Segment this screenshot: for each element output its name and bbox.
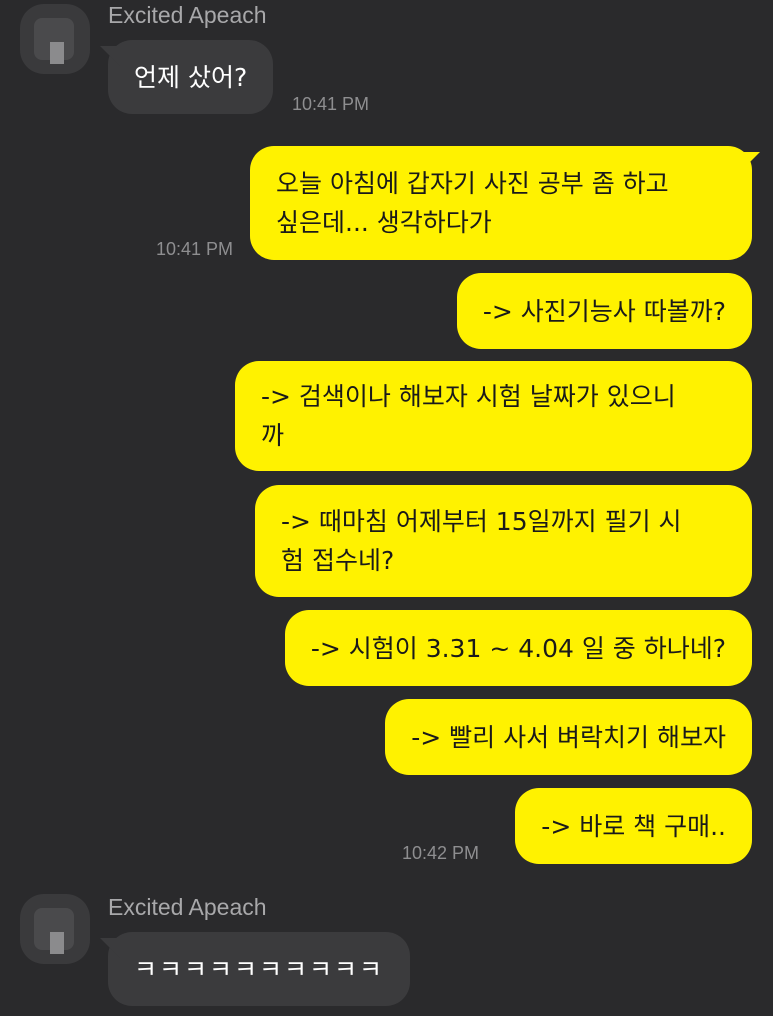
- message-timestamp: 10:41 PM: [292, 94, 370, 114]
- message-bubble[interactable]: 언제 샀어?: [108, 40, 274, 114]
- message-bubble[interactable]: -> 사진기능사 따볼까?: [456, 273, 752, 349]
- chat-view[interactable]: Excited Apeach 언제 샀어? 10:41 PM 오늘 아침에 갑자…: [0, 0, 773, 1016]
- sender-name: Excited Apeach: [108, 894, 267, 920]
- message-timestamp: 10:42 PM: [402, 843, 480, 863]
- sender-avatar[interactable]: [20, 894, 90, 964]
- message-bubble[interactable]: -> 때마침 어제부터 15일까지 필기 시 험 접수네?: [255, 485, 752, 597]
- message-bubble[interactable]: 오늘 아침에 갑자기 사진 공부 좀 하고 싶은데... 생각하다가: [250, 146, 752, 260]
- message-bubble[interactable]: -> 검색이나 해보자 시험 날짜가 있으니 까: [235, 361, 752, 471]
- message-bubble[interactable]: ㅋㅋㅋㅋㅋㅋㅋㅋㅋㅋ: [108, 932, 411, 1006]
- message-bubble[interactable]: -> 시험이 3.31 ~ 4.04 일 중 하나네?: [284, 610, 752, 686]
- message-bubble[interactable]: -> 빨리 사서 벼락치기 해보자: [385, 699, 752, 775]
- message-timestamp: 10:41 PM: [156, 239, 234, 259]
- sender-avatar[interactable]: [20, 4, 90, 74]
- sender-name: Excited Apeach: [108, 2, 267, 28]
- message-bubble[interactable]: -> 바로 책 구매..: [515, 788, 752, 864]
